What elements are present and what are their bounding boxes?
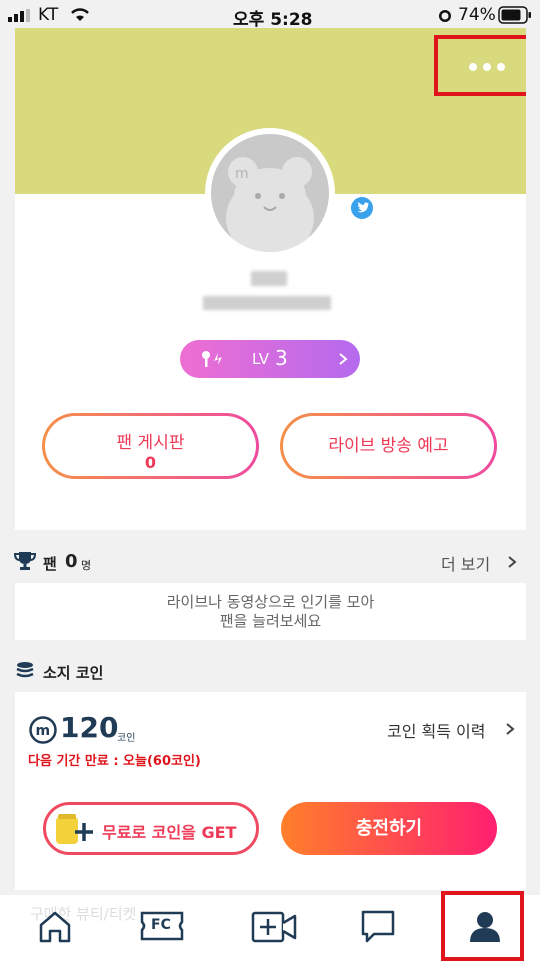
coin-jar-plus-icon: [56, 814, 93, 844]
free-coin-button[interactable]: 무료로 코인을 GET: [43, 802, 259, 855]
fans-empty-line2: 팬을 늘려보세요: [219, 612, 322, 630]
ellipsis-icon: [469, 63, 505, 71]
fans-more-label: 더 보기: [441, 555, 491, 574]
level-key-icon: [202, 351, 222, 367]
fans-title: 팬: [43, 555, 57, 573]
profile-card: m LV 3 팬 게시판 0 라이브 방송 예고: [15, 28, 526, 530]
status-bar: KT 오후 5:28 74%: [0, 0, 540, 30]
live-notice-button[interactable]: 라이브 방송 예고: [280, 413, 497, 479]
chevron-right-icon: [506, 723, 515, 735]
chat-icon[interactable]: [360, 909, 396, 945]
coin-unit: 코인: [117, 733, 136, 744]
fans-empty-box: 라이브나 동영상으로 인기를 모아 팬을 늘려보세요: [15, 583, 526, 640]
fans-empty-line1: 라이브나 동영상으로 인기를 모아: [166, 593, 375, 611]
home-icon[interactable]: [37, 909, 73, 945]
twitter-badge: [351, 197, 373, 219]
svg-text:m: m: [235, 166, 249, 182]
coin-expiry-notice: 다음 기간 만료 : 오늘(60코인): [28, 754, 201, 769]
level-value: 3: [275, 346, 288, 370]
more-options-button[interactable]: [465, 58, 509, 76]
fans-count: 0: [65, 551, 78, 572]
clock: 오후 5:28: [233, 10, 313, 30]
alarm-icon: [439, 10, 451, 22]
fc-label: FC: [151, 917, 171, 933]
level-prefix: LV: [252, 350, 269, 368]
level-button[interactable]: LV 3: [180, 340, 360, 378]
live-notice-label: 라이브 방송 예고: [328, 436, 449, 456]
profile-icon[interactable]: [467, 909, 503, 945]
fan-board-button[interactable]: 팬 게시판 0: [42, 413, 259, 479]
bottom-nav: 구매한 뷰티/티켓 FC: [0, 891, 540, 961]
chevron-right-icon: [508, 556, 517, 568]
carrier-label: KT: [38, 5, 59, 25]
coin-amount: 120: [60, 711, 119, 744]
coin-icon: m: [29, 716, 57, 744]
fc-ticket-icon[interactable]: FC: [140, 909, 184, 943]
charge-button[interactable]: 충전하기: [281, 802, 497, 855]
avatar[interactable]: m: [211, 134, 329, 252]
video-add-icon[interactable]: [251, 909, 297, 945]
fans-more-link[interactable]: 더 보기: [441, 551, 521, 574]
profile-id-blurred: [203, 296, 331, 310]
charge-label: 충전하기: [355, 818, 423, 839]
wifi-icon: [71, 8, 89, 21]
coin-history-label: 코인 획득 이력: [387, 722, 486, 741]
battery-icon: [498, 6, 531, 24]
fan-board-label: 팬 게시판: [116, 433, 185, 453]
twitter-icon: [357, 202, 369, 213]
chevron-right-icon: [339, 353, 348, 365]
trophy-icon: [14, 552, 36, 570]
coin-card: m 120 코인 코인 획득 이력 다음 기간 만료 : 오늘(60코인) 무료…: [15, 692, 526, 890]
bear-avatar-icon: m: [226, 157, 314, 252]
coins-title: 소지 코인: [43, 664, 104, 682]
coin-history-link[interactable]: 코인 획득 이력: [387, 718, 517, 742]
free-coin-label: 무료로 코인을 GET: [102, 823, 237, 842]
battery-percent: 74%: [458, 5, 496, 25]
profile-name-blurred: [251, 271, 287, 286]
signal-icon: [8, 9, 30, 22]
fan-board-count: 0: [144, 453, 157, 472]
svg-text:m: m: [36, 723, 51, 739]
fans-unit: 명: [81, 559, 92, 572]
coin-stack-icon: [16, 662, 34, 678]
